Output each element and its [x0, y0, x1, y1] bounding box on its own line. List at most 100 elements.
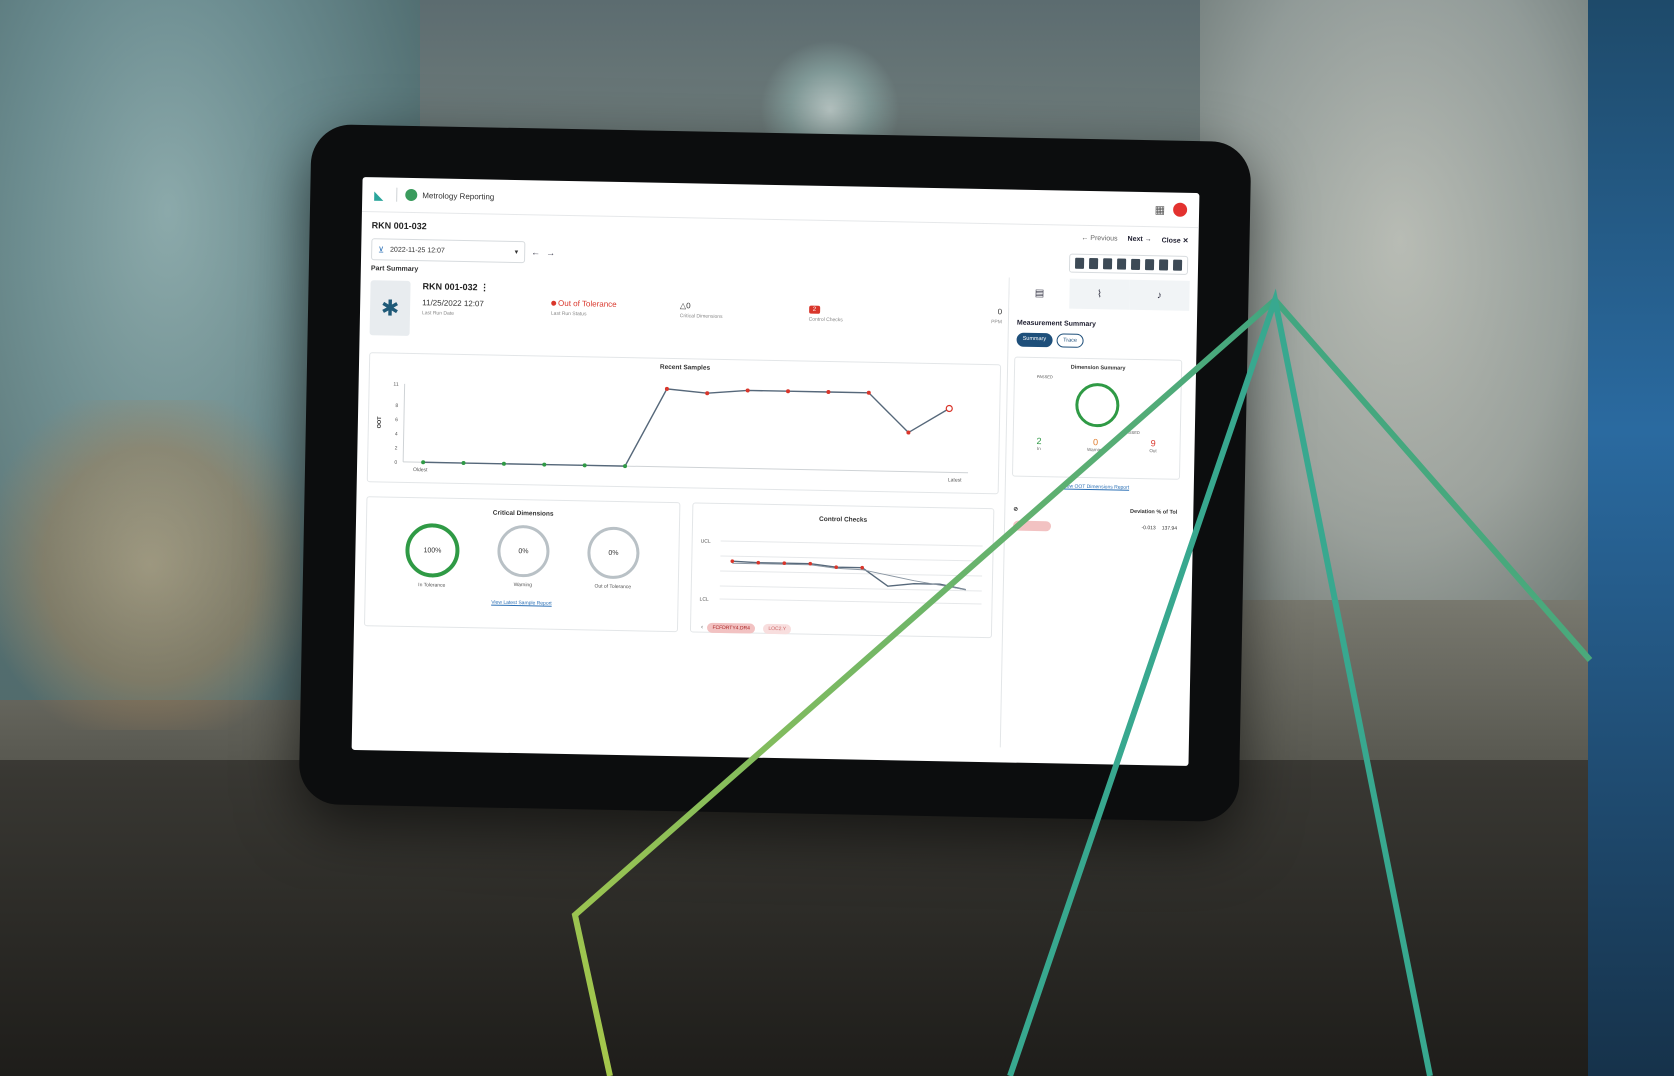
deviation-header-label: Deviation % of Tol — [1129, 508, 1178, 516]
kpi-ppm: 0 PPM — [937, 291, 1002, 327]
background-machine — [0, 400, 300, 730]
record-navigation: ← Previous Next → Close ✕ — [1081, 235, 1188, 245]
kpi-last-run-date: RKN 001-032 ⋮ 11/25/2022 12:07 Last Run … — [422, 281, 552, 318]
data-point — [826, 390, 831, 395]
last-run-date-label: Last Run Date — [421, 310, 455, 317]
tab-trace[interactable]: Trace — [1055, 333, 1085, 348]
status-badge: Out of Tolerance — [551, 299, 680, 310]
panel-toggle-icon[interactable] — [1172, 259, 1183, 271]
previous-button[interactable]: ← Previous — [1081, 235, 1117, 244]
data-point — [501, 461, 506, 466]
gear-icon[interactable] — [1158, 258, 1169, 271]
date-value: 2022-11-25 12:07 — [390, 246, 445, 255]
more-vertical-icon[interactable]: ⋮ — [480, 282, 489, 292]
gauge-ring: 0% — [586, 526, 640, 580]
ucl-label: UCL — [701, 539, 711, 545]
measurement-panel: ▤ ⌇ ♪ Measurement Summary Summary Trace … — [999, 277, 1190, 751]
bottom-row: Critical Dimensions 100% In Tolerance 0%… — [363, 496, 998, 640]
y-tick-label: 8 — [395, 403, 398, 409]
dimension-summary-card: Dimension Summary PASSED PASSED 2 In 0 War… — [1011, 356, 1183, 480]
measurement-summary-title: Measurement Summary — [1016, 319, 1096, 329]
critical-dimensions-label: Critical Dimensions — [679, 313, 723, 320]
x-tick-label: Oldest — [413, 467, 428, 473]
trend-icon[interactable]: ⌇ — [1069, 278, 1130, 310]
last-run-status-label: Last Run Status — [550, 310, 587, 318]
date-select[interactable]: ⊻ 2022-11-25 12:07 ▾ — [371, 238, 526, 264]
control-checks-badge[interactable]: 2 — [808, 305, 821, 314]
critical-dimensions-value: △0 — [679, 301, 691, 311]
part-name: RKN 001-032 ⋮ — [422, 281, 490, 293]
background-window — [1200, 0, 1600, 600]
deviation-row[interactable]: -0.013 137.94 — [1012, 520, 1178, 534]
main-content: Part Summary ✱ RKN 001-032 ⋮ 11/25/2022 … — [362, 265, 1003, 747]
next-date-arrow-icon[interactable]: → — [546, 248, 555, 258]
y-axis — [402, 383, 406, 462]
control-chip[interactable]: LOC2.Y — [763, 623, 792, 635]
status-dot-icon — [551, 300, 557, 306]
apps-grid-icon[interactable]: ▦ — [1155, 203, 1166, 216]
kpi-last-run-status: Out of Tolerance Last Run Status — [551, 284, 681, 321]
control-checks-value: 2 — [808, 304, 938, 316]
bell-icon[interactable]: ♪ — [1129, 279, 1190, 311]
gauge-ring: 0% — [496, 524, 550, 578]
y-tick-label: 11 — [393, 382, 399, 388]
y-tick-label: 4 — [395, 431, 398, 437]
chart-icon[interactable] — [1088, 257, 1099, 269]
gauge-label: Warning — [513, 582, 533, 589]
oot-dimensions-report-link[interactable]: View OOT Dimensions Report — [1006, 482, 1186, 491]
app-screen: ◣ Metrology Reporting ▦ RKN 001-032 ← Pr… — [351, 177, 1200, 766]
kpi-control-checks: 2 Control Checks — [809, 289, 939, 326]
gauge-warning: 0% Warning — [496, 524, 550, 591]
ppm-value: 0 — [997, 307, 1003, 317]
gauge-ring: 100% — [404, 522, 460, 578]
last-run-date: 11/25/2022 12:07 — [422, 298, 484, 309]
critical-dimensions-card: Critical Dimensions 100% In Tolerance 0%… — [363, 496, 681, 633]
control-chip-row: ‹ FCFDRTY4.DR4 LOC2.Y — [701, 616, 991, 640]
users-icon[interactable] — [1130, 258, 1141, 270]
y-tick-label: 0 — [394, 460, 397, 466]
control-checks-card: Control Checks UCL LCL ‹ FCFDRTY4.DR4 LO… — [689, 502, 995, 640]
avatar[interactable] — [1172, 202, 1188, 217]
background-blue-panel — [1588, 0, 1674, 1076]
count-warning: 0 Warning — [1087, 437, 1104, 453]
logo-icon: ◣ — [374, 188, 384, 203]
ppm-label: PPM — [991, 319, 1002, 326]
tab-summary[interactable]: Summary — [1016, 332, 1053, 348]
table-icon[interactable] — [1116, 258, 1127, 270]
prev-date-arrow-icon[interactable]: ← — [531, 247, 540, 257]
data-point — [542, 462, 547, 467]
critical-dimensions-title: Critical Dimensions — [492, 509, 554, 518]
gauge-in-tolerance: 100% In Tolerance — [404, 522, 460, 589]
data-point — [421, 460, 426, 465]
download-icon[interactable] — [1144, 258, 1155, 270]
kpi-critical-dimensions: △0 Critical Dimensions — [680, 286, 810, 323]
data-point — [745, 388, 750, 393]
chevron-left-icon[interactable]: ‹ — [701, 625, 703, 631]
passed-label: PASSED — [1123, 429, 1140, 435]
tablet-device: ◣ Metrology Reporting ▦ RKN 001-032 ← Pr… — [298, 124, 1252, 822]
data-point — [786, 389, 791, 394]
next-button[interactable]: Next → — [1127, 236, 1151, 244]
data-point — [945, 404, 953, 413]
close-button[interactable]: Close ✕ — [1162, 236, 1189, 245]
latest-sample-report-link[interactable]: View Latest Sample Report — [365, 597, 677, 609]
view-toolbar — [1068, 253, 1189, 275]
app-name: Metrology Reporting — [422, 190, 495, 202]
kpi-row: RKN 001-032 ⋮ 11/25/2022 12:07 Last Run … — [422, 281, 1003, 327]
grid-line — [720, 570, 983, 577]
filter-icon: ⊻ — [378, 244, 385, 254]
deviation-percent: 137.94 — [1161, 525, 1178, 532]
control-chip[interactable]: FCFDRTY4.DR4 — [707, 622, 755, 634]
document-icon[interactable] — [1074, 257, 1085, 269]
series-line — [423, 388, 950, 467]
part-thumbnail: ✱ — [369, 280, 411, 336]
grid-line — [720, 540, 983, 547]
data-point — [730, 559, 735, 563]
report-icon[interactable] — [1102, 257, 1113, 269]
y-axis-label: OOT — [377, 416, 383, 429]
data-point — [705, 391, 710, 396]
clipboard-icon[interactable]: ▤ — [1009, 277, 1070, 309]
app-icon — [405, 188, 418, 202]
data-point — [461, 461, 466, 466]
y-tick-label: 2 — [395, 446, 398, 452]
